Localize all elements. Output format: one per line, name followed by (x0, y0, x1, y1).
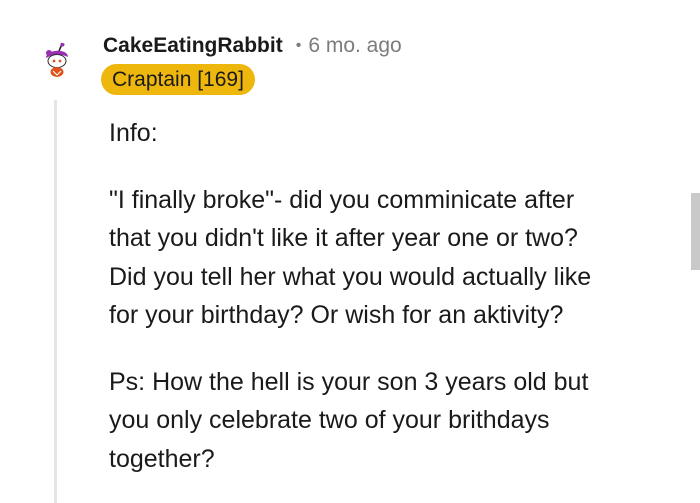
comment-paragraph-2: "I finally broke"- did you comminicate a… (109, 185, 592, 330)
comment-paragraph-1: Info: (109, 119, 158, 147)
comment-timestamp: 6 mo. ago (308, 34, 402, 57)
meta-separator: • (295, 37, 302, 54)
comment-header: CakeEatingRabbit • 6 mo. ago (103, 32, 402, 60)
user-avatar[interactable] (38, 42, 76, 80)
snoo-avatar-icon (46, 42, 68, 77)
user-flair-badge: Craptain [169] (101, 64, 255, 95)
author-username[interactable]: CakeEatingRabbit (103, 34, 283, 58)
comment-body: Info: "I finally broke"- did you commini… (109, 114, 669, 478)
thread-line[interactable] (54, 100, 57, 503)
scrollbar-thumb[interactable] (691, 193, 700, 270)
comment-paragraph-3: Ps: How the hell is your son 3 years old… (109, 367, 589, 473)
comment-screen: CakeEatingRabbit • 6 mo. ago Craptain [1… (0, 0, 700, 503)
